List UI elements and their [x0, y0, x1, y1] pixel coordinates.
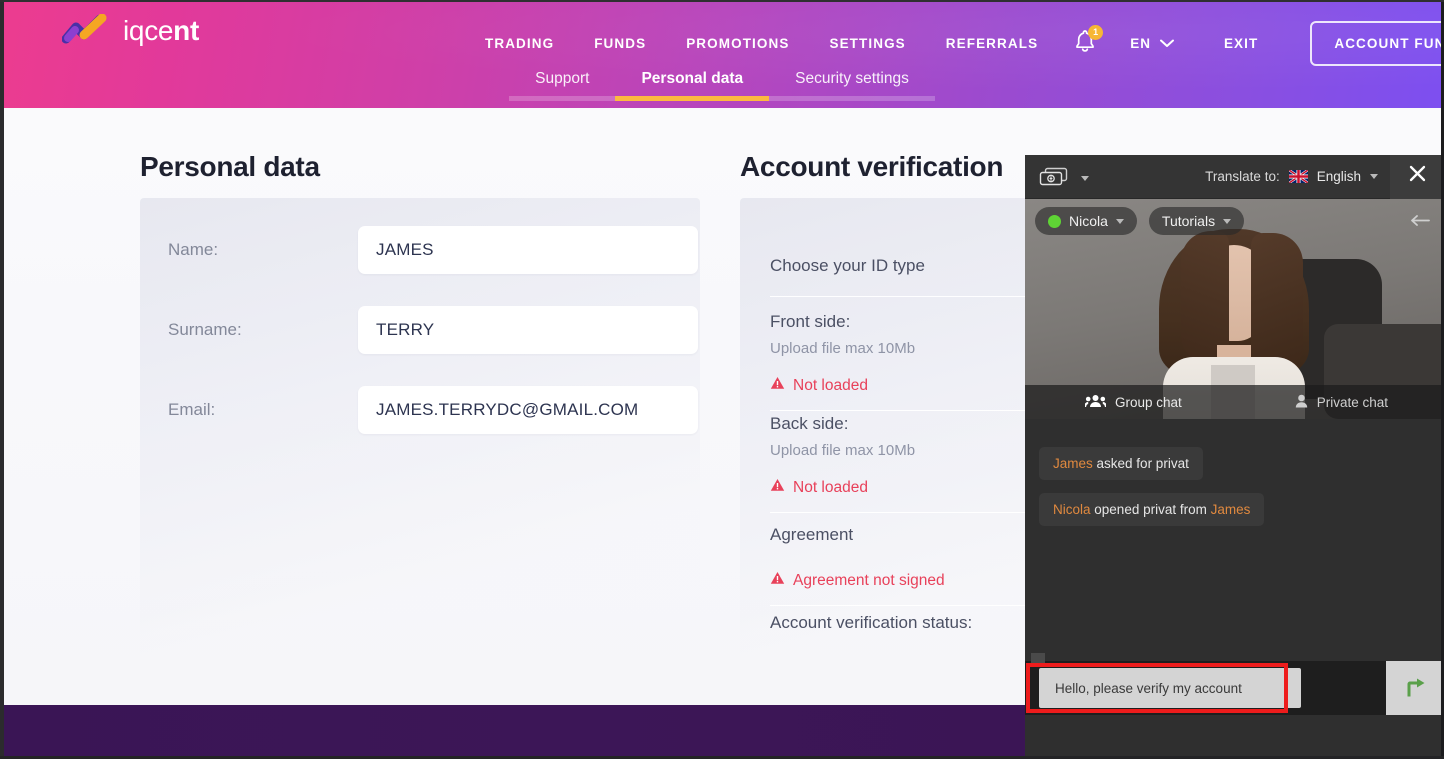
private-chat-label: Private chat [1316, 394, 1388, 410]
field-row-surname: Surname: [168, 306, 698, 354]
window-edge-left [0, 0, 4, 759]
close-icon [1409, 165, 1426, 188]
tab-personal-data[interactable]: Personal data [615, 70, 770, 101]
tutorials-pill[interactable]: Tutorials [1148, 207, 1245, 235]
name-label: Name: [168, 240, 219, 259]
chevron-down-icon [1159, 36, 1174, 51]
language-selector[interactable]: EN [1124, 30, 1180, 57]
arrow-left-icon [1410, 213, 1430, 230]
chat-message-input[interactable] [1039, 668, 1301, 708]
send-arrow-icon [1404, 677, 1426, 700]
email-label: Email: [168, 400, 216, 419]
chevron-down-icon[interactable] [1370, 174, 1378, 179]
support-chat-widget: Translate to: English Nicola Tutorials G… [1025, 155, 1444, 759]
chat-scroll-handle[interactable] [1031, 653, 1045, 665]
site-header: iqcent TRADING FUNDS PROMOTIONS SETTINGS… [0, 0, 1444, 108]
brand-name: iqcent [123, 15, 199, 47]
group-people-icon [1083, 394, 1108, 411]
translate-language-value: English [1316, 169, 1361, 184]
front-side-status-text: Not loaded [793, 376, 868, 394]
chat-system-message: Nicola opened privat from James [1039, 493, 1265, 526]
warning-triangle-icon [770, 376, 785, 395]
agreement-status-text: Agreement not signed [793, 571, 945, 589]
brand-logo[interactable]: iqcent [61, 13, 199, 48]
app-screen: iqcent TRADING FUNDS PROMOTIONS SETTINGS… [0, 0, 1444, 759]
agent-name-label: Nicola [1069, 213, 1108, 229]
secondary-navigation: Support Personal data Security settings [0, 70, 1444, 108]
banknotes-icon[interactable] [1039, 167, 1069, 187]
person-icon [1295, 394, 1308, 411]
message-username: Nicola [1053, 502, 1091, 517]
warning-triangle-icon [770, 571, 785, 590]
brand-name-bold: nt [173, 15, 199, 46]
uk-flag-icon [1288, 170, 1308, 183]
chevron-down-icon[interactable] [1081, 169, 1089, 184]
chevron-down-icon [1115, 218, 1124, 224]
nav-item-promotions[interactable]: PROMOTIONS [666, 30, 809, 57]
tutorials-label: Tutorials [1161, 213, 1216, 229]
message-username-mention: James [1210, 502, 1251, 517]
nav-item-settings[interactable]: SETTINGS [809, 30, 925, 57]
exit-button[interactable]: EXIT [1204, 30, 1278, 57]
tab-support-underline [509, 96, 616, 101]
notification-count-badge: 1 [1088, 24, 1104, 40]
chat-pill-group: Nicola Tutorials [1035, 207, 1245, 235]
tab-support-label: Support [535, 70, 590, 87]
field-row-email: Email: [168, 386, 698, 434]
nav-item-trading[interactable]: TRADING [465, 30, 574, 57]
agent-video-stream[interactable]: Nicola Tutorials Group chat Private chat [1025, 199, 1444, 419]
personal-data-card: Name: Surname: Email: [140, 198, 700, 668]
chat-message-list[interactable]: James asked for privat Nicola opened pri… [1025, 419, 1444, 715]
tab-security-settings-underline [769, 96, 935, 101]
chat-mode-tabs: Group chat Private chat [1025, 385, 1444, 419]
translate-label: Translate to: [1205, 169, 1280, 184]
nav-item-referrals[interactable]: REFERRALS [926, 30, 1058, 57]
back-side-status-text: Not loaded [793, 478, 868, 496]
tab-personal-data-label: Personal data [641, 70, 744, 87]
send-message-button[interactable] [1386, 661, 1444, 715]
chat-input-row [1025, 653, 1444, 715]
page-title-account-verification: Account verification [740, 151, 1004, 182]
name-input[interactable] [358, 226, 698, 274]
zigzag-arrow-icon [61, 13, 114, 48]
chat-back-button[interactable] [1410, 213, 1430, 231]
account-funding-button[interactable]: ACCOUNT FUNDING [1310, 21, 1444, 66]
notifications-button[interactable]: 1 [1072, 24, 1104, 59]
warning-triangle-icon [770, 478, 785, 497]
tab-security-settings-label: Security settings [795, 70, 909, 87]
message-text: asked for privat [1096, 456, 1189, 471]
page-title-personal-data: Personal data [140, 151, 320, 182]
group-chat-label: Group chat [1115, 394, 1182, 410]
nav-item-funds[interactable]: FUNDS [574, 30, 666, 57]
email-input[interactable] [358, 386, 698, 434]
private-chat-tab[interactable]: Private chat [1295, 394, 1388, 411]
surname-label: Surname: [168, 320, 242, 339]
message-text: opened privat from [1094, 502, 1211, 517]
main-navigation: TRADING FUNDS PROMOTIONS SETTINGS REFERR… [465, 21, 1444, 66]
online-status-dot [1048, 214, 1061, 228]
surname-input[interactable] [358, 306, 698, 354]
tab-security-settings[interactable]: Security settings [769, 70, 935, 101]
window-edge-top [0, 0, 1444, 2]
chevron-down-icon [1223, 218, 1232, 224]
message-username: James [1053, 456, 1093, 471]
tab-support[interactable]: Support [509, 70, 616, 101]
chat-topbar: Translate to: English [1025, 155, 1444, 199]
translate-control[interactable]: Translate to: English [1205, 169, 1390, 184]
agent-name-pill[interactable]: Nicola [1035, 207, 1137, 235]
field-row-name: Name: [168, 226, 698, 274]
language-label: EN [1130, 36, 1151, 51]
tab-personal-data-underline [615, 96, 770, 101]
chat-system-message: James asked for privat [1039, 447, 1203, 480]
chat-close-button[interactable] [1390, 155, 1444, 199]
group-chat-tab[interactable]: Group chat [1083, 394, 1182, 411]
brand-name-light: iqce [123, 15, 174, 46]
